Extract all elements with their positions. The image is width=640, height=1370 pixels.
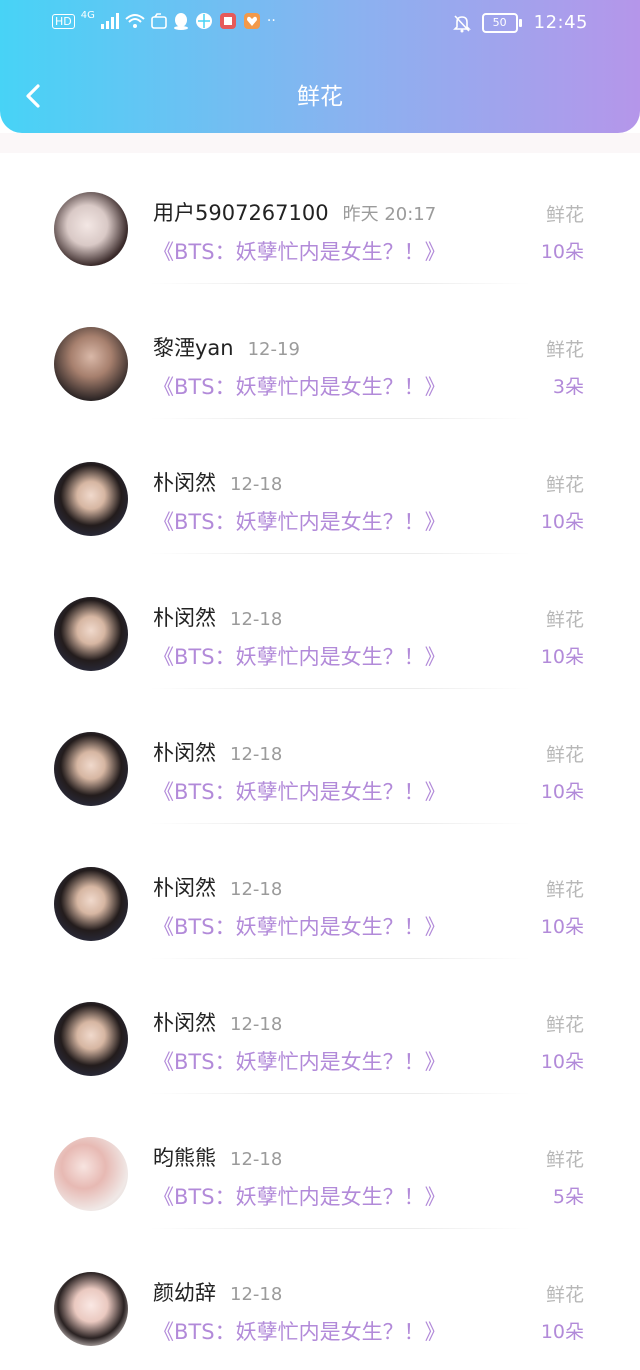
folder-icon [151,13,167,29]
heart-app-icon [243,12,261,30]
user-name[interactable]: 朴闵然 [153,741,216,765]
row-divider [150,1228,530,1229]
row-divider [150,823,530,824]
book-title-link[interactable]: 《BTS：妖孽忙内是女生？！》 [153,1316,446,1346]
gift-type-label: 鲜花 [545,1149,584,1171]
list-item[interactable]: 朴闵然 12-18 《BTS：妖孽忙内是女生？！》 鲜花 10朵 [0,555,640,690]
gift-time: 12-18 [230,744,283,765]
user-name[interactable]: 昀熊熊 [153,1146,216,1170]
avatar[interactable] [54,462,128,536]
avatar[interactable] [54,1272,128,1346]
book-title-link[interactable]: 《BTS：妖孽忙内是女生？！》 [153,911,446,941]
book-title-link[interactable]: 《BTS：妖孽忙内是女生？！》 [153,776,446,806]
status-bar: HD 4G ·· 50 12:45 [0,0,640,48]
gift-count: 5朵 [552,1186,584,1208]
avatar[interactable] [54,1137,128,1211]
wifi-icon [125,13,145,29]
row-divider [150,688,530,689]
user-name[interactable]: 黎湮yan [153,336,234,360]
page-title: 鲜花 [297,84,343,110]
book-title-link[interactable]: 《BTS：妖孽忙内是女生？！》 [153,641,446,671]
hd-label: HD [52,13,75,29]
list-item[interactable]: 昀熊熊 12-18 《BTS：妖孽忙内是女生？！》 鲜花 5朵 [0,1095,640,1230]
avatar[interactable] [54,732,128,806]
row-divider [150,1093,530,1094]
user-name[interactable]: 朴闵然 [153,471,216,495]
user-name[interactable]: 朴闵然 [153,876,216,900]
status-left-icons: HD 4G ·· [52,9,276,30]
user-name[interactable]: 朴闵然 [153,1011,216,1035]
avatar[interactable] [54,327,128,401]
gift-time: 12-18 [230,879,283,900]
gift-time: 昨天 20:17 [342,204,437,225]
avatar[interactable] [54,1002,128,1076]
book-title-link[interactable]: 《BTS：妖孽忙内是女生？！》 [153,1181,446,1211]
user-name[interactable]: 朴闵然 [153,606,216,630]
gift-type-label: 鲜花 [545,609,584,631]
gift-time: 12-18 [230,1284,283,1305]
gift-time: 12-18 [230,474,283,495]
signal-icon [100,13,119,29]
gift-count: 10朵 [540,916,584,938]
book-title-link[interactable]: 《BTS：妖孽忙内是女生？！》 [153,1046,446,1076]
gift-time: 12-18 [230,1149,283,1170]
list-item[interactable]: 用户5907267100 昨天 20:17 《BTS：妖孽忙内是女生？！》 鲜花 … [0,150,640,285]
avatar[interactable] [54,597,128,671]
gift-type-label: 鲜花 [545,204,584,226]
bell-off-icon [452,13,472,33]
list-item[interactable]: 朴闵然 12-18 《BTS：妖孽忙内是女生？！》 鲜花 10朵 [0,420,640,555]
gift-count: 10朵 [540,646,584,668]
clock: 12:45 [533,12,588,33]
user-name[interactable]: 用户5907267100 [153,201,329,225]
gift-count: 10朵 [540,241,584,263]
row-divider [150,958,530,959]
list-item[interactable]: 朴闵然 12-18 《BTS：妖孽忙内是女生？！》 鲜花 10朵 [0,690,640,825]
user-name[interactable]: 颜幼辞 [153,1281,216,1305]
more-dots-icon: ·· [266,13,276,29]
book-title-link[interactable]: 《BTS：妖孽忙内是女生？！》 [153,371,446,401]
qq-icon [173,12,189,30]
row-divider [150,418,530,419]
app-header: HD 4G ·· 50 12:45 鲜花 [0,0,640,133]
gift-count: 10朵 [540,511,584,533]
gift-type-label: 鲜花 [545,1284,584,1306]
row-divider [150,283,530,284]
list-item[interactable]: 颜幼辞 12-18 《BTS：妖孽忙内是女生？！》 鲜花 10朵 [0,1230,640,1365]
network-label: 4G [80,9,95,21]
list-item[interactable]: 朴闵然 12-18 《BTS：妖孽忙内是女生？！》 鲜花 10朵 [0,825,640,960]
row-divider [150,553,530,554]
book-title-link[interactable]: 《BTS：妖孽忙内是女生？！》 [153,236,446,266]
gift-type-label: 鲜花 [545,744,584,766]
list-item[interactable]: 朴闵然 12-18 《BTS：妖孽忙内是女生？！》 鲜花 10朵 [0,960,640,1095]
reader-icon [219,12,237,30]
browser-icon [195,12,213,30]
avatar[interactable] [54,867,128,941]
gift-type-label: 鲜花 [545,1014,584,1036]
gift-count: 10朵 [540,1051,584,1073]
status-right-icons: 50 12:45 [452,12,588,33]
gift-type-label: 鲜花 [545,879,584,901]
battery-indicator: 50 [481,12,522,33]
gift-count: 10朵 [540,1321,584,1343]
gift-time: 12-19 [247,339,300,360]
gift-time: 12-18 [230,1014,283,1035]
gift-time: 12-18 [230,609,283,630]
gift-type-label: 鲜花 [545,339,584,361]
gift-type-label: 鲜花 [545,474,584,496]
gift-count: 10朵 [540,781,584,803]
gift-count: 3朵 [552,376,584,398]
avatar[interactable] [54,192,128,266]
list-item[interactable]: 黎湮yan 12-19 《BTS：妖孽忙内是女生？！》 鲜花 3朵 [0,285,640,420]
book-title-link[interactable]: 《BTS：妖孽忙内是女生？！》 [153,506,446,536]
